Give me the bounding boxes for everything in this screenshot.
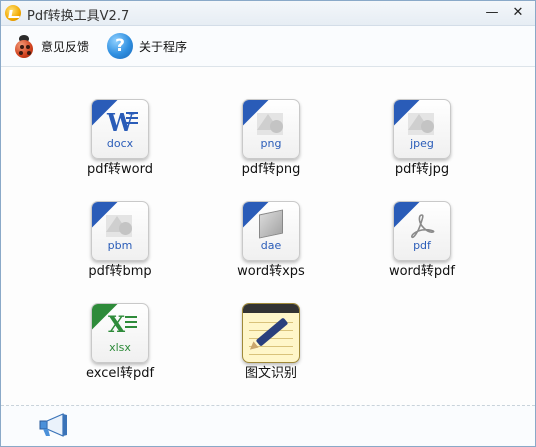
- tool-label: word转xps: [237, 264, 305, 279]
- tool-grid: W docx pdf转word png pdf转png jpeg pdf转jpg…: [1, 67, 535, 405]
- ext-label: pdf: [413, 239, 431, 252]
- status-bar: [1, 406, 535, 446]
- minimize-button[interactable]: —: [483, 5, 501, 21]
- ext-label: jpeg: [410, 137, 434, 150]
- tool-excel-to-pdf[interactable]: X xlsx excel转pdf: [55, 303, 185, 389]
- ext-label: dae: [260, 239, 282, 252]
- tool-label: pdf转png: [241, 162, 301, 177]
- tool-label: 图文识别: [244, 366, 297, 381]
- title-bar[interactable]: Pdf转换工具V2.7 — ✕: [1, 1, 535, 26]
- about-button[interactable]: ? 关于程序: [107, 32, 187, 60]
- bmp-image-icon: pbm: [91, 201, 149, 261]
- help-icon: ?: [107, 33, 133, 59]
- tool-word-to-xps[interactable]: dae word转xps: [206, 201, 336, 287]
- ext-label: docx: [106, 137, 134, 150]
- word-doc-icon: W docx: [91, 99, 149, 159]
- ext-label: png: [260, 137, 282, 150]
- tool-pdf-to-word[interactable]: W docx pdf转word: [55, 99, 185, 185]
- about-label: 关于程序: [139, 39, 188, 54]
- feedback-label: 意见反馈: [41, 39, 90, 54]
- tool-word-to-pdf[interactable]: pdf word转pdf: [357, 201, 487, 287]
- ext-label: xlsx: [109, 341, 131, 354]
- notebook-pen-icon: [242, 303, 300, 363]
- tool-pdf-to-jpg[interactable]: jpeg pdf转jpg: [357, 99, 487, 185]
- app-logo-icon: [5, 5, 21, 21]
- pdf-doc-icon: pdf: [393, 201, 451, 261]
- feedback-button[interactable]: 意见反馈: [13, 32, 89, 60]
- png-image-icon: png: [242, 99, 300, 159]
- close-button[interactable]: ✕: [509, 5, 527, 21]
- xps-cube-icon: dae: [242, 201, 300, 261]
- tool-ocr[interactable]: 图文识别: [206, 303, 336, 389]
- tool-pdf-to-bmp[interactable]: pbm pdf转bmp: [55, 201, 185, 287]
- jpeg-image-icon: jpeg: [393, 99, 451, 159]
- megaphone-icon[interactable]: [37, 412, 73, 438]
- tool-label: pdf转bmp: [88, 264, 152, 279]
- window-title: Pdf转换工具V2.7: [27, 9, 130, 24]
- tool-label: pdf转word: [86, 162, 154, 177]
- ladybug-icon: [13, 34, 35, 58]
- ext-label: pbm: [107, 239, 133, 252]
- tool-label: pdf转jpg: [394, 162, 450, 177]
- tool-label: word转pdf: [388, 264, 456, 279]
- excel-doc-icon: X xlsx: [91, 303, 149, 363]
- app-window: Pdf转换工具V2.7 — ✕ 意见反馈 ? 关于程序 W docx pdf转w…: [0, 0, 536, 447]
- toolbar: 意见反馈 ? 关于程序: [1, 26, 535, 67]
- tool-pdf-to-png[interactable]: png pdf转png: [206, 99, 336, 185]
- tool-label: excel转pdf: [85, 366, 155, 381]
